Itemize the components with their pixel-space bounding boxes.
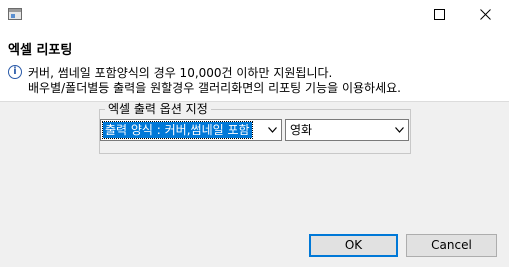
output-format-value: 출력 양식 : 커버,썸네일 포함 xyxy=(102,121,253,139)
maximize-button[interactable] xyxy=(417,0,463,30)
genre-value: 영화 xyxy=(290,123,313,137)
output-format-dropdown-button[interactable] xyxy=(264,120,281,140)
close-icon xyxy=(480,9,491,20)
cancel-button[interactable]: Cancel xyxy=(406,234,497,257)
chevron-down-icon xyxy=(268,127,277,133)
genre-dropdown-button[interactable] xyxy=(391,120,408,140)
header-panel: 엑셀 리포팅 i 커버, 썸네일 포함양식의 경우 10,000건 이하만 지원… xyxy=(0,30,509,102)
dialog-title: 엑셀 리포팅 xyxy=(8,43,73,58)
chevron-down-icon xyxy=(395,127,404,133)
title-bar[interactable] xyxy=(0,0,509,30)
close-button[interactable] xyxy=(463,0,509,30)
output-format-select[interactable]: 출력 양식 : 커버,썸네일 포함 xyxy=(100,119,282,141)
ok-button[interactable]: OK xyxy=(309,234,398,257)
maximize-icon xyxy=(434,9,445,20)
genre-select[interactable]: 영화 xyxy=(285,119,409,141)
info-icon: i xyxy=(8,65,22,79)
info-message-line: 배우별/폴더별등 출력을 원할경우 갤러리화면의 리포팅 기능을 이용하세요. xyxy=(28,81,401,95)
group-label: 엑셀 출력 옵션 지정 xyxy=(105,102,211,116)
app-window-icon xyxy=(8,8,22,20)
